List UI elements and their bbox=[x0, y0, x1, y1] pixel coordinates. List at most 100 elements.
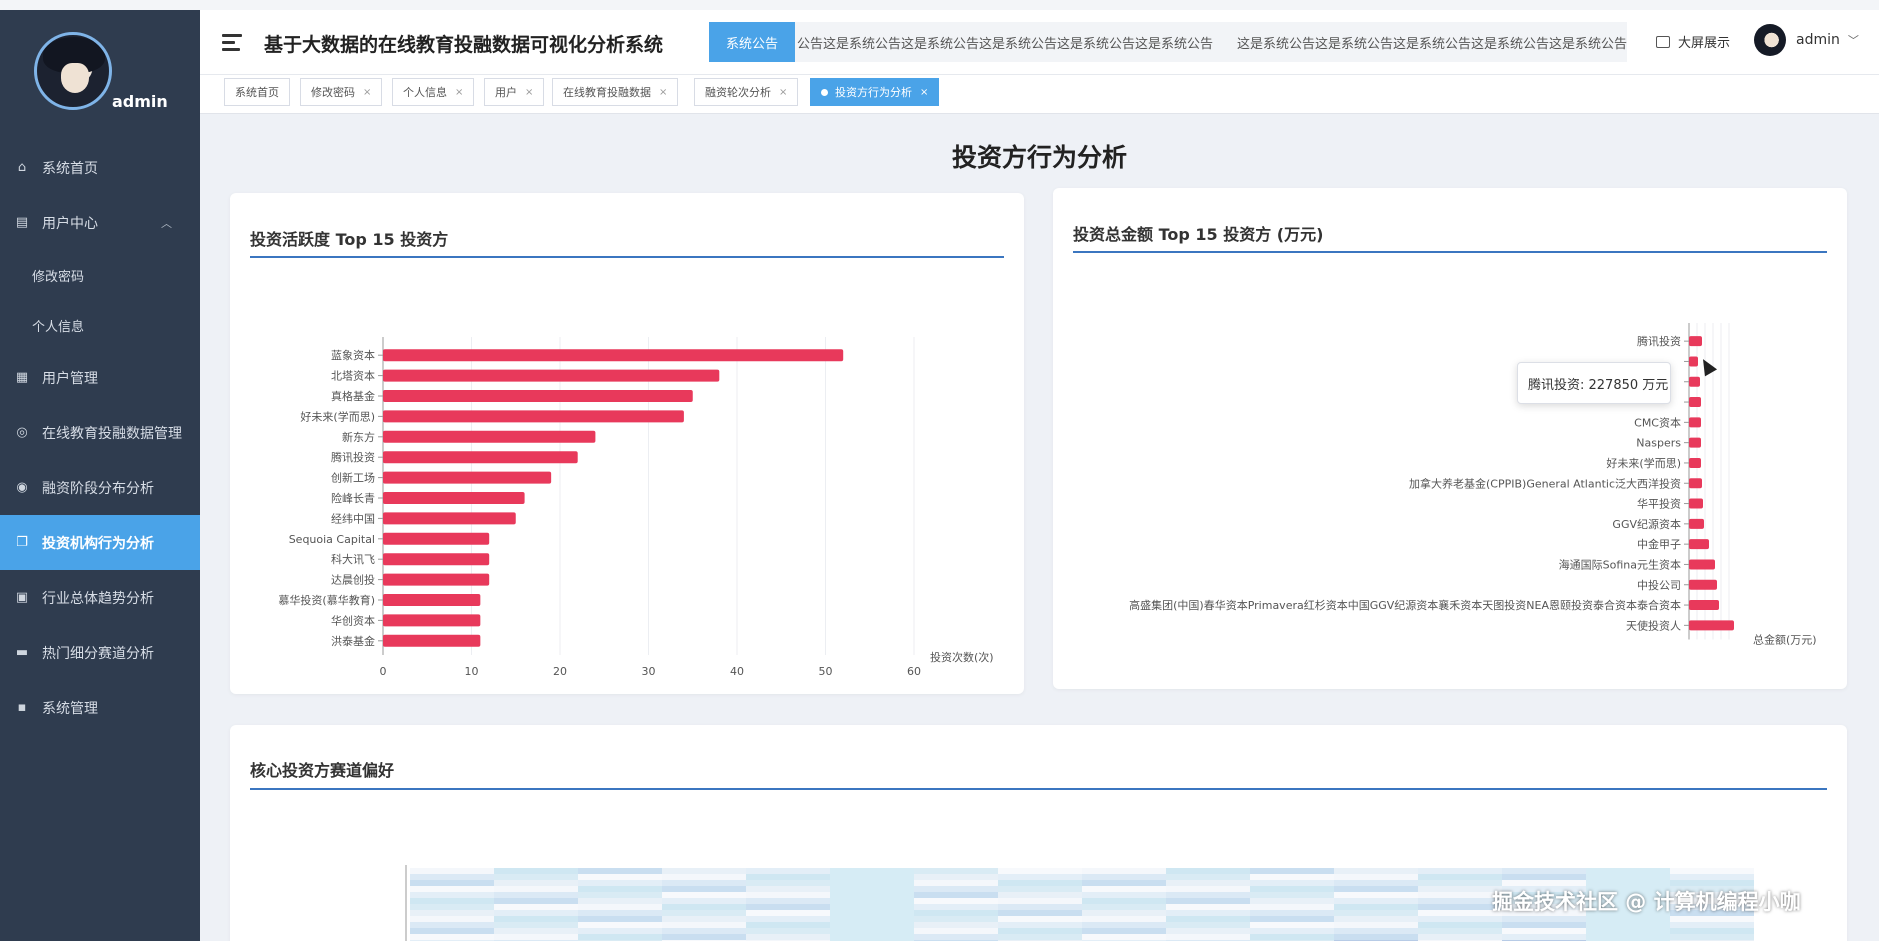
sidebar-item-label: 系统管理 bbox=[42, 700, 98, 717]
heatmap-cell bbox=[830, 886, 914, 892]
heatmap-cell bbox=[1418, 898, 1502, 904]
sidebar-item-label: 用户管理 bbox=[42, 370, 98, 387]
close-icon[interactable]: × bbox=[779, 87, 787, 98]
bar bbox=[1689, 478, 1702, 489]
heatmap-cell bbox=[410, 898, 494, 904]
sidebar-item-user-management[interactable]: ▦ 用户管理 bbox=[0, 350, 200, 405]
sidebar-item-label: 投资机构行为分析 bbox=[42, 535, 154, 552]
close-icon[interactable]: × bbox=[920, 87, 928, 98]
sidebar-item-segment-analysis[interactable]: ▬ 热门细分赛道分析 bbox=[0, 625, 200, 680]
y-tick-label: 高盛集团(中国)春华资本Primavera红杉资本中国GGV纪源资本襄禾资本天图… bbox=[1129, 598, 1681, 612]
heatmap-cell bbox=[1334, 892, 1418, 898]
close-icon[interactable]: × bbox=[525, 87, 533, 98]
heatmap-cell bbox=[1586, 922, 1670, 928]
heatmap-cell bbox=[578, 928, 662, 934]
heatmap-cell bbox=[830, 916, 914, 922]
heatmap-cell bbox=[1502, 922, 1586, 928]
heatmap-cell bbox=[1166, 928, 1250, 934]
chevron-up-icon: ︿ bbox=[161, 217, 172, 230]
y-tick-label: 好未来(学而思) bbox=[300, 409, 375, 423]
sidebar-item-home[interactable]: ⌂ 系统首页 bbox=[0, 140, 200, 195]
y-tick-label: 中金甲子 bbox=[1637, 537, 1681, 551]
tab-investor-analysis[interactable]: 投资方行为分析 × bbox=[810, 78, 940, 106]
bar bbox=[383, 594, 481, 606]
bigscreen-button[interactable]: 大屏展示 bbox=[1656, 32, 1730, 51]
heatmap-cell bbox=[1502, 868, 1586, 874]
heatmap-cell bbox=[410, 910, 494, 916]
heatmap-cell bbox=[662, 892, 746, 898]
tab-round-analysis[interactable]: 融资轮次分析 × bbox=[694, 78, 799, 106]
bar bbox=[383, 532, 490, 545]
y-tick-label: 洪泰基金 bbox=[331, 634, 375, 648]
bar bbox=[383, 451, 578, 464]
heatmap-cell bbox=[998, 874, 1082, 880]
sidebar-item-change-password[interactable]: 修改密码 bbox=[0, 250, 200, 300]
heatmap-cell bbox=[1334, 922, 1418, 928]
sidebar-item-system-management[interactable]: ▪ 系统管理 bbox=[0, 680, 200, 735]
heatmap-cell bbox=[410, 928, 494, 934]
tab-edu-data[interactable]: 在线教育投融数据 × bbox=[552, 78, 679, 106]
sidebar-item-investor-analysis[interactable]: ❐ 投资机构行为分析 bbox=[0, 515, 200, 570]
heatmap-cell bbox=[1082, 886, 1166, 892]
heatmap-cell bbox=[1334, 916, 1418, 922]
heatmap-cell bbox=[1586, 916, 1670, 922]
heatmap-cell bbox=[746, 934, 830, 940]
avatar[interactable] bbox=[34, 32, 112, 110]
user-menu[interactable]: admin ﹀ bbox=[1754, 24, 1859, 56]
sidebar-item-stage-analysis[interactable]: ◉ 融资阶段分布分析 bbox=[0, 460, 200, 515]
tab-change-password[interactable]: 修改密码 × bbox=[300, 78, 383, 106]
heatmap-cell bbox=[998, 886, 1082, 892]
y-tick-label: 达晨创投 bbox=[331, 573, 375, 587]
y-tick-label: 经纬中国 bbox=[331, 512, 375, 525]
heatmap-cell bbox=[746, 910, 830, 916]
heatmap-cell bbox=[1082, 880, 1166, 886]
heatmap-cell bbox=[830, 880, 914, 886]
bar bbox=[1689, 336, 1702, 347]
heatmap-cell bbox=[494, 898, 578, 904]
y-tick-label: 慕华投资(慕华教育) bbox=[278, 593, 375, 607]
heatmap-cell bbox=[1670, 916, 1754, 922]
heatmap-cell bbox=[1670, 934, 1754, 940]
heatmap-cell bbox=[494, 868, 578, 874]
message-icon: ▪ bbox=[17, 700, 27, 715]
tab-home[interactable]: 系统首页 bbox=[224, 78, 290, 106]
heatmap-cell bbox=[410, 904, 494, 910]
y-tick-label: 科大讯飞 bbox=[331, 552, 375, 566]
heatmap-cell bbox=[1166, 892, 1250, 898]
notice-label: 系统公告 bbox=[709, 22, 795, 62]
heatmap-cell bbox=[578, 892, 662, 898]
heatmap-cell bbox=[998, 928, 1082, 934]
bar bbox=[383, 512, 516, 525]
sidebar-item-label: 用户中心 bbox=[42, 215, 98, 232]
close-icon[interactable]: × bbox=[363, 87, 371, 98]
heatmap-cell bbox=[662, 874, 746, 880]
grid-icon: ▦ bbox=[15, 370, 29, 385]
heatmap-cell bbox=[1418, 874, 1502, 880]
heatmap-cell bbox=[662, 916, 746, 922]
heatmap-cell bbox=[1418, 934, 1502, 940]
tab-user[interactable]: 用户 × bbox=[484, 78, 545, 106]
heatmap-cell bbox=[1670, 928, 1754, 934]
heatmap-cell bbox=[1082, 898, 1166, 904]
menu-toggle-icon[interactable] bbox=[222, 34, 242, 51]
heatmap-cell bbox=[494, 928, 578, 934]
sidebar-item-profile[interactable]: 个人信息 bbox=[0, 300, 200, 350]
active-dot-icon bbox=[821, 88, 828, 96]
heatmap-cell bbox=[1250, 892, 1334, 898]
bar bbox=[383, 553, 490, 566]
sidebar-item-data-management[interactable]: ◎ 在线教育投融数据管理 bbox=[0, 405, 200, 460]
sidebar-item-trend-analysis[interactable]: ▣ 行业总体趋势分析 bbox=[0, 570, 200, 625]
y-tick-label: 腾讯投资 bbox=[331, 450, 375, 464]
heatmap-cell bbox=[1418, 886, 1502, 892]
tab-profile[interactable]: 个人信息 × bbox=[392, 78, 475, 106]
notice-text: 公告这是系统公告这是系统公告这是系统公告这是系统公告这是系统公告 bbox=[797, 36, 1214, 52]
sidebar-item-user-center[interactable]: ▤ 用户中心 ︿ bbox=[0, 195, 200, 250]
heatmap-cell bbox=[830, 934, 914, 940]
heatmap-cell bbox=[914, 928, 998, 934]
heatmap-cell bbox=[1418, 910, 1502, 916]
close-icon[interactable]: × bbox=[455, 87, 463, 98]
heatmap-cell bbox=[1670, 922, 1754, 928]
heatmap-cell bbox=[494, 886, 578, 892]
close-icon[interactable]: × bbox=[659, 87, 667, 98]
notice-marquee: 公告这是系统公告这是系统公告这是系统公告这是系统公告这是系统公告 这是系统公告这… bbox=[795, 22, 1627, 62]
